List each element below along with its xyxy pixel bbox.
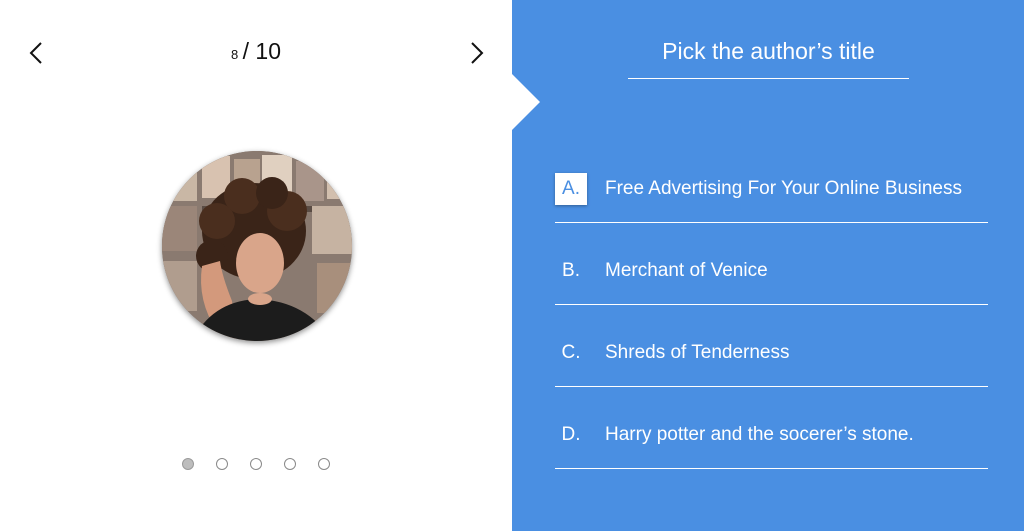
- pagination-dot-3[interactable]: [250, 458, 262, 470]
- total-pages: / 10: [242, 38, 282, 64]
- option-a[interactable]: A. Free Advertising For Your Online Busi…: [555, 173, 988, 255]
- option-b[interactable]: B. Merchant of Venice: [555, 255, 988, 337]
- option-divider: [555, 468, 988, 469]
- option-divider: [555, 222, 988, 223]
- option-letter: D.: [561, 424, 581, 445]
- pagination-dot-1[interactable]: [182, 458, 194, 470]
- question-title: Pick the author’s title: [662, 38, 875, 64]
- question-underline: [628, 78, 909, 79]
- page-counter: 8 / 10: [0, 38, 512, 65]
- option-text: Free Advertising For Your Online Busines…: [605, 178, 962, 199]
- option-divider: [555, 386, 988, 387]
- pagination-dot-5[interactable]: [318, 458, 330, 470]
- pagination-dot-2[interactable]: [216, 458, 228, 470]
- pagination-dots: [0, 458, 512, 470]
- option-text: Merchant of Venice: [605, 260, 768, 281]
- option-text: Shreds of Tenderness: [605, 342, 790, 363]
- chevron-right-icon[interactable]: [463, 40, 487, 66]
- current-page: 8: [230, 47, 239, 62]
- left-panel: 8 / 10: [0, 0, 512, 531]
- option-divider: [555, 304, 988, 305]
- option-text: Harry potter and the socerer’s stone.: [605, 424, 914, 445]
- author-avatar: [162, 151, 352, 341]
- panel-notch: [512, 74, 540, 130]
- option-d[interactable]: D. Harry potter and the socerer’s stone.: [555, 419, 988, 501]
- pagination-dot-4[interactable]: [284, 458, 296, 470]
- option-c[interactable]: C. Shreds of Tenderness: [555, 337, 988, 419]
- option-letter: B.: [562, 260, 580, 281]
- option-letter: C.: [561, 342, 581, 363]
- option-letter: A.: [555, 173, 587, 205]
